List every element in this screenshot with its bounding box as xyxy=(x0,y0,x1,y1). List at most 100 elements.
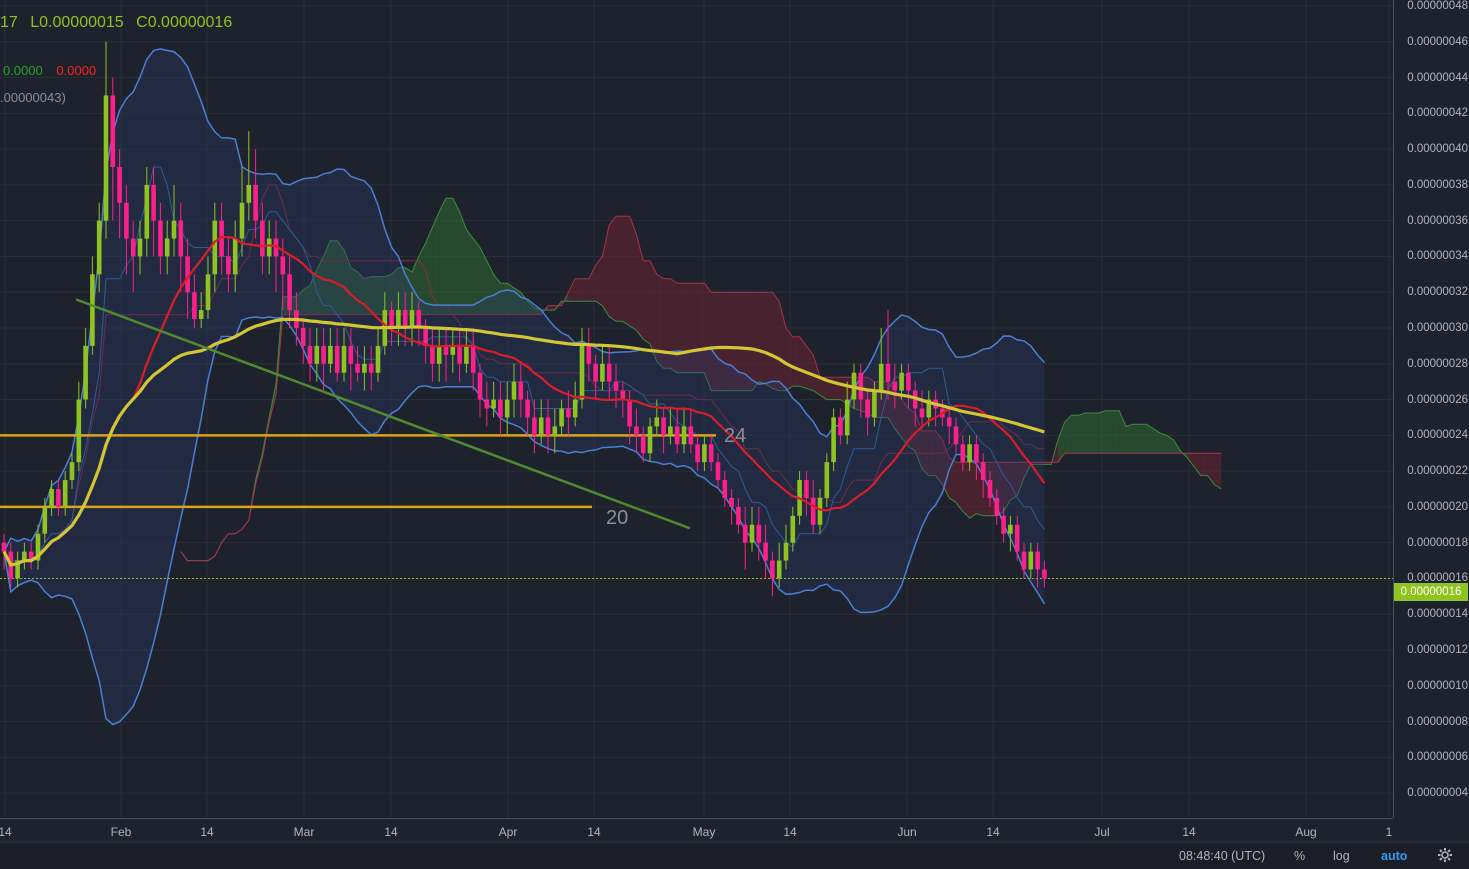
candle-body xyxy=(980,462,986,481)
candle-body xyxy=(484,399,490,409)
cloud-segment xyxy=(439,198,446,315)
cloud-segment xyxy=(1119,410,1126,454)
candle-body xyxy=(117,167,122,203)
candle-body xyxy=(151,184,156,221)
cloud-segment xyxy=(622,216,630,326)
candle-body xyxy=(226,256,231,275)
candle-body xyxy=(518,381,524,400)
candle-body xyxy=(1008,524,1013,534)
cloud-segment xyxy=(786,328,793,391)
x-tick-label: 14 xyxy=(587,825,601,839)
candle-body xyxy=(409,310,415,328)
candle-body xyxy=(838,417,843,436)
log-toggle[interactable]: log xyxy=(1333,849,1350,863)
candle-body xyxy=(967,444,972,463)
chart-canvas[interactable] xyxy=(0,0,1393,818)
candle-body xyxy=(212,220,218,275)
candle-body xyxy=(824,462,830,498)
x-tick-label: Apr xyxy=(498,825,518,839)
candle-body xyxy=(702,444,707,463)
candle-body xyxy=(695,444,700,463)
x-tick-label: Jul xyxy=(1094,825,1110,839)
candle-body xyxy=(164,238,170,257)
y-tick-label: 0.00000030 xyxy=(1407,322,1468,334)
candle-body xyxy=(708,444,714,463)
candle-body xyxy=(178,220,184,257)
candle-body xyxy=(953,426,959,445)
candle-body xyxy=(239,202,245,239)
candle-body xyxy=(266,238,272,257)
cloud-segment xyxy=(962,462,970,519)
cloud-segment xyxy=(1098,410,1106,454)
candle-body xyxy=(538,417,544,436)
candle-body xyxy=(674,426,680,445)
price-axis[interactable]: 0.00000048 0.00000046 0.00000044 0.00000042… xyxy=(1393,0,1469,818)
indicator-1-value-a: 0.0000 xyxy=(3,63,43,78)
candle-body xyxy=(763,542,768,561)
last-price-label: 0.00000016 xyxy=(1394,583,1468,601)
candle-body xyxy=(783,542,789,561)
cloud-segment xyxy=(1078,412,1086,454)
cloud-segment xyxy=(1085,412,1092,454)
candle-body xyxy=(307,345,313,364)
candle-body xyxy=(457,345,462,364)
candle-body xyxy=(647,426,653,454)
candle-body xyxy=(1001,515,1006,534)
candle-body xyxy=(810,497,816,525)
candle-body xyxy=(668,426,673,436)
candle-body xyxy=(300,328,306,346)
candle-body xyxy=(776,560,782,579)
chart-area[interactable]: 17 L0.00000015 C0.00000016 0.0000 0.0000… xyxy=(0,0,1393,818)
candle-body xyxy=(804,480,809,498)
indicator-1-value-b: 0.0000 xyxy=(56,63,97,78)
candle-body xyxy=(613,381,619,391)
x-tick-label: 14 xyxy=(0,825,12,839)
cloud-segment xyxy=(452,198,460,315)
y-tick-label: 0.00000048 xyxy=(1407,0,1468,12)
y-tick-label: 0.00000012 xyxy=(1407,644,1468,656)
candle-body xyxy=(1,542,7,552)
cloud-segment xyxy=(806,345,814,391)
cloud-segment xyxy=(548,305,555,311)
x-tick-label: 14 xyxy=(783,825,797,839)
candle-body xyxy=(436,345,442,364)
candle-body xyxy=(790,515,796,543)
candle-body xyxy=(654,417,660,427)
candle-body xyxy=(770,560,775,579)
candle-body xyxy=(314,345,320,364)
time-axis[interactable]: 14 Feb 14 Mar 14 Apr 14 May 14 Jun 14 Jul 14 Aug 1 xyxy=(0,818,1393,843)
ohlc-low: L0.00000015 xyxy=(30,14,124,31)
cloud-segment xyxy=(636,234,644,340)
candle-body xyxy=(559,408,564,427)
candle-body xyxy=(579,345,585,400)
candle-body xyxy=(545,417,551,436)
y-tick-label: 0.00000026 xyxy=(1407,393,1468,406)
candle-body xyxy=(858,372,864,400)
gear-icon[interactable] xyxy=(1437,847,1453,866)
cloud-segment xyxy=(1105,410,1113,454)
x-tick-label: 1 xyxy=(1385,825,1393,839)
candle-body xyxy=(756,524,762,543)
y-tick-label: 0.00000020 xyxy=(1407,500,1468,513)
candle-body xyxy=(742,524,748,543)
percent-toggle[interactable]: % xyxy=(1294,849,1305,863)
candle-body xyxy=(1028,551,1034,570)
cloud-segment xyxy=(1058,421,1065,463)
cloud-segment xyxy=(1092,412,1099,454)
candle-body xyxy=(470,345,476,373)
candle-body xyxy=(640,435,646,454)
candle-body xyxy=(899,372,904,391)
auto-toggle[interactable]: auto xyxy=(1381,849,1407,863)
x-tick-label: 14 xyxy=(1182,825,1196,839)
candle-body xyxy=(124,202,129,239)
candle-body xyxy=(491,399,496,409)
candle-body xyxy=(844,399,850,436)
candle-body xyxy=(83,345,88,400)
candle-body xyxy=(1014,524,1020,552)
x-tick-label: Jun xyxy=(897,825,917,839)
cloud-segment xyxy=(629,216,637,331)
x-tick-label: Aug xyxy=(1295,825,1317,839)
candle-body xyxy=(368,363,374,373)
candle-body xyxy=(960,444,966,463)
y-tick-label: 0.00000044 xyxy=(1407,71,1468,84)
